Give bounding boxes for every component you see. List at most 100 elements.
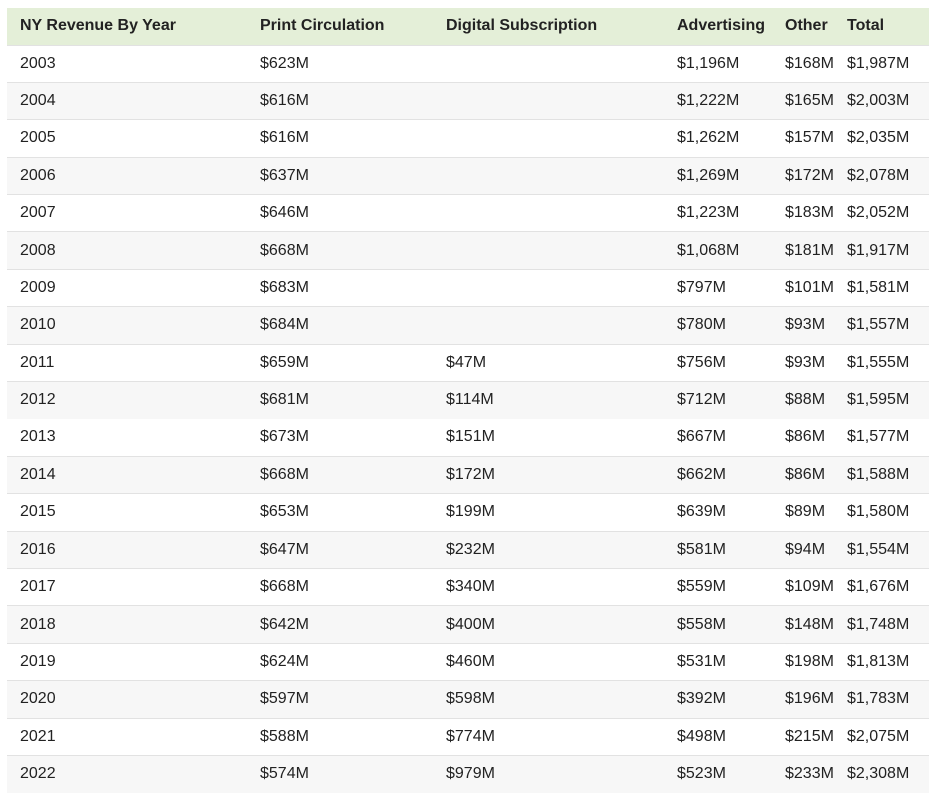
print-circulation-cell: $653M bbox=[260, 503, 309, 521]
year-cell: 2022 bbox=[20, 765, 56, 783]
advertising-cell: $558M bbox=[677, 615, 726, 633]
print-circulation-cell: $574M bbox=[260, 765, 309, 783]
table-row: 2017 $668M $340M $559M $109M $1,676M bbox=[7, 568, 929, 606]
digital-subscription-cell: $598M bbox=[446, 690, 495, 708]
print-circulation-cell: $642M bbox=[260, 615, 309, 633]
advertising-cell: $498M bbox=[677, 727, 726, 745]
other-cell: $198M bbox=[785, 652, 834, 670]
year-cell: 2006 bbox=[20, 166, 56, 184]
total-cell: $1,581M bbox=[847, 279, 910, 297]
digital-subscription-cell bbox=[433, 195, 664, 232]
total-cell: $2,035M bbox=[847, 129, 910, 147]
digital-subscription-cell: $400M bbox=[446, 615, 495, 633]
table-row: 2004 $616M $1,222M $165M $2,003M bbox=[7, 82, 929, 120]
total-cell: $2,003M bbox=[847, 92, 910, 110]
year-cell: 2007 bbox=[20, 204, 56, 222]
advertising-cell: $1,068M bbox=[677, 241, 740, 259]
print-circulation-cell: $637M bbox=[260, 166, 309, 184]
year-cell: 2014 bbox=[20, 465, 56, 483]
column-header-digital-subscription: Digital Subscription bbox=[446, 17, 598, 35]
total-cell: $1,557M bbox=[847, 316, 910, 334]
advertising-cell: $1,262M bbox=[677, 129, 740, 147]
year-cell: 2011 bbox=[20, 353, 55, 371]
total-cell: $2,078M bbox=[847, 166, 910, 184]
year-cell: 2018 bbox=[20, 615, 56, 633]
table-row: 2021 $588M $774M $498M $215M $2,075M bbox=[7, 718, 929, 756]
digital-subscription-cell bbox=[433, 120, 664, 157]
column-header-advertising: Advertising bbox=[677, 17, 766, 35]
advertising-cell: $1,196M bbox=[677, 54, 740, 72]
total-cell: $1,748M bbox=[847, 615, 910, 633]
year-cell: 2015 bbox=[20, 503, 56, 521]
advertising-cell: $797M bbox=[677, 279, 726, 297]
year-cell: 2004 bbox=[20, 92, 56, 110]
digital-subscription-cell: $47M bbox=[446, 353, 487, 371]
print-circulation-cell: $659M bbox=[260, 353, 309, 371]
advertising-cell: $1,269M bbox=[677, 166, 740, 184]
revenue-table: NY Revenue By Year Print Circulation Dig… bbox=[7, 8, 929, 793]
table-row: 2018 $642M $400M $558M $148M $1,748M bbox=[7, 605, 929, 644]
table-row: 2013 $673M $151M $667M $86M $1,577M bbox=[7, 418, 929, 457]
other-cell: $148M bbox=[785, 615, 834, 633]
advertising-cell: $780M bbox=[677, 316, 726, 334]
year-cell: 2017 bbox=[20, 578, 56, 596]
print-circulation-cell: $624M bbox=[260, 652, 309, 670]
year-cell: 2019 bbox=[20, 652, 56, 670]
advertising-cell: $1,222M bbox=[677, 92, 740, 110]
table-row: 2016 $647M $232M $581M $94M $1,554M bbox=[7, 531, 929, 569]
advertising-cell: $712M bbox=[677, 391, 726, 409]
year-cell: 2005 bbox=[20, 129, 56, 147]
total-cell: $1,588M bbox=[847, 465, 910, 483]
digital-subscription-cell bbox=[433, 45, 664, 82]
total-cell: $1,595M bbox=[847, 391, 910, 409]
year-cell: 2012 bbox=[20, 391, 56, 409]
year-cell: 2020 bbox=[20, 690, 56, 708]
digital-subscription-cell: $151M bbox=[446, 428, 495, 446]
table-row: 2020 $597M $598M $392M $196M $1,783M bbox=[7, 680, 929, 719]
total-cell: $1,554M bbox=[847, 540, 910, 558]
advertising-cell: $756M bbox=[677, 353, 726, 371]
other-cell: $109M bbox=[785, 578, 834, 596]
other-cell: $168M bbox=[785, 54, 834, 72]
digital-subscription-cell bbox=[433, 232, 664, 269]
column-header-other: Other bbox=[785, 17, 828, 35]
year-cell: 2013 bbox=[20, 428, 56, 446]
print-circulation-cell: $623M bbox=[260, 54, 309, 72]
total-cell: $1,555M bbox=[847, 353, 910, 371]
digital-subscription-cell bbox=[433, 269, 664, 306]
print-circulation-cell: $646M bbox=[260, 204, 309, 222]
table-row: 2015 $653M $199M $639M $89M $1,580M bbox=[7, 493, 929, 532]
digital-subscription-cell bbox=[433, 157, 664, 194]
year-cell: 2021 bbox=[20, 727, 56, 745]
advertising-cell: $392M bbox=[677, 690, 726, 708]
other-cell: $215M bbox=[785, 727, 834, 745]
other-cell: $181M bbox=[785, 241, 834, 259]
total-cell: $2,075M bbox=[847, 727, 910, 745]
digital-subscription-cell bbox=[433, 307, 664, 344]
print-circulation-cell: $683M bbox=[260, 279, 309, 297]
digital-subscription-cell bbox=[433, 82, 664, 119]
column-header-year: NY Revenue By Year bbox=[20, 17, 176, 35]
header-row: NY Revenue By Year Print Circulation Dig… bbox=[7, 8, 929, 45]
year-cell: 2010 bbox=[20, 316, 56, 334]
table-row: 2009 $683M $797M $101M $1,581M bbox=[7, 269, 929, 307]
other-cell: $93M bbox=[785, 353, 826, 371]
digital-subscription-cell: $340M bbox=[446, 578, 495, 596]
table-row: 2008 $668M $1,068M $181M $1,917M bbox=[7, 231, 929, 270]
table-row: 2011 $659M $47M $756M $93M $1,555M bbox=[7, 344, 929, 382]
other-cell: $86M bbox=[785, 465, 826, 483]
digital-subscription-cell: $172M bbox=[446, 465, 495, 483]
table-row: 2010 $684M $780M $93M $1,557M bbox=[7, 306, 929, 345]
table-row: 2022 $574M $979M $523M $233M $2,308M bbox=[7, 755, 929, 793]
year-cell: 2008 bbox=[20, 241, 56, 259]
digital-subscription-cell: $460M bbox=[446, 652, 495, 670]
other-cell: $157M bbox=[785, 129, 834, 147]
advertising-cell: $531M bbox=[677, 652, 726, 670]
print-circulation-cell: $668M bbox=[260, 241, 309, 259]
print-circulation-cell: $673M bbox=[260, 428, 309, 446]
table-row: 2006 $637M $1,269M $172M $2,078M bbox=[7, 157, 929, 195]
table-row: 2019 $624M $460M $531M $198M $1,813M bbox=[7, 643, 929, 681]
digital-subscription-cell: $979M bbox=[446, 765, 495, 783]
total-cell: $1,987M bbox=[847, 54, 910, 72]
print-circulation-cell: $681M bbox=[260, 391, 309, 409]
